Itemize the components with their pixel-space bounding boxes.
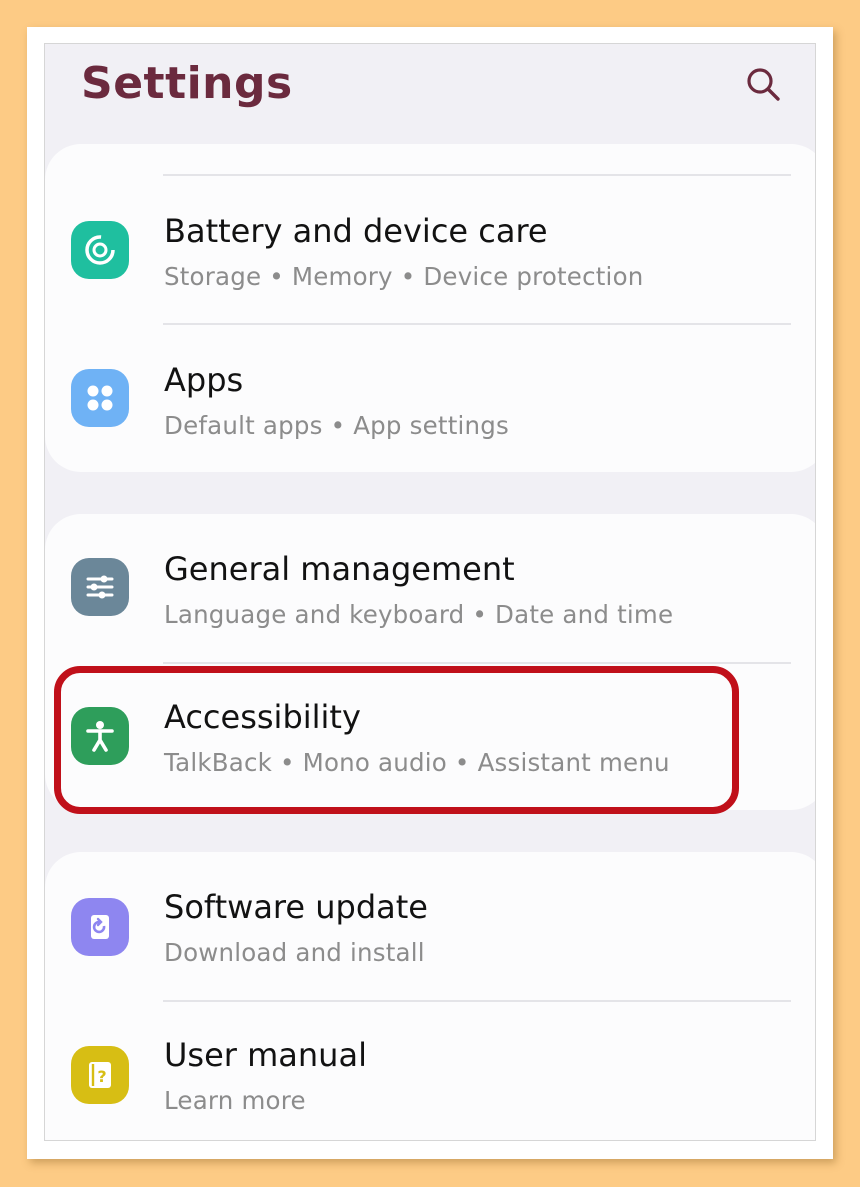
settings-item-accessibility[interactable]: Accessibility TalkBack • Mono audio • As… xyxy=(45,664,815,812)
item-title: Accessibility xyxy=(164,698,361,736)
settings-item-battery-device-care[interactable]: Battery and device care Storage • Memory… xyxy=(45,176,815,324)
settings-screen: Settings Battery and device care Storage… xyxy=(44,43,816,1141)
battery-care-icon xyxy=(71,221,129,279)
item-title: Software update xyxy=(164,888,428,926)
item-subtitle: Language and keyboard • Date and time xyxy=(164,600,674,629)
item-subtitle: Storage • Memory • Device protection xyxy=(164,262,644,291)
settings-item-software-update[interactable]: Software update Download and install xyxy=(45,852,815,1000)
settings-group-device: Battery and device care Storage • Memory… xyxy=(45,144,815,473)
item-title: Battery and device care xyxy=(164,212,548,250)
user-manual-icon: ? xyxy=(71,1046,129,1104)
item-title: General management xyxy=(164,550,515,588)
svg-text:?: ? xyxy=(97,1067,106,1086)
search-button[interactable] xyxy=(741,62,785,106)
settings-item-general-management[interactable]: General management Language and keyboard… xyxy=(45,514,815,662)
settings-item-apps[interactable]: Apps Default apps • App settings xyxy=(45,325,815,473)
accessibility-icon xyxy=(71,707,129,765)
sliders-icon xyxy=(71,558,129,616)
settings-item-user-manual[interactable]: ? User manual Learn more xyxy=(45,1002,815,1140)
search-icon xyxy=(747,68,780,101)
item-subtitle: Download and install xyxy=(164,938,425,967)
software-update-icon xyxy=(71,898,129,956)
page-title: Settings xyxy=(81,58,293,109)
item-subtitle: TalkBack • Mono audio • Assistant menu xyxy=(164,748,670,777)
settings-group-support: Software update Download and install ? U… xyxy=(45,852,815,1140)
item-subtitle: Default apps • App settings xyxy=(164,411,509,440)
apps-icon xyxy=(71,369,129,427)
item-title: Apps xyxy=(164,361,244,399)
settings-group-general: General management Language and keyboard… xyxy=(45,514,815,812)
item-title: User manual xyxy=(164,1036,367,1074)
item-subtitle: Learn more xyxy=(164,1086,306,1115)
